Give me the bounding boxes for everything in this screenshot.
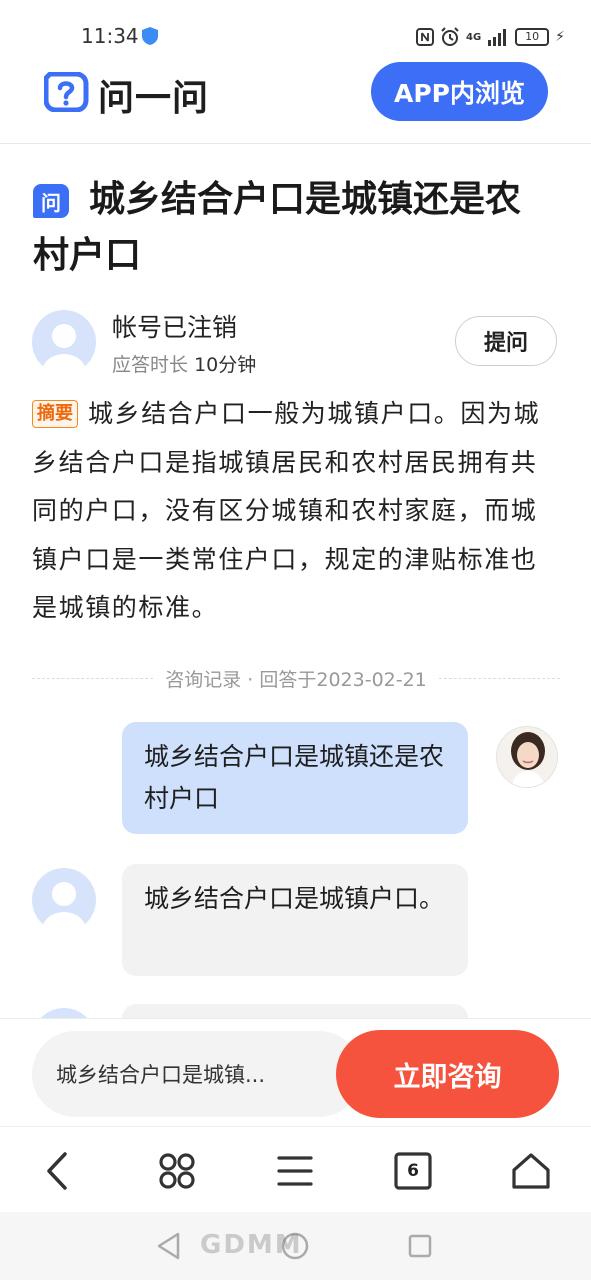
system-recents-icon[interactable] xyxy=(408,1234,432,1258)
clover-icon xyxy=(159,1153,195,1189)
author-name: 帐号已注销 xyxy=(112,313,238,342)
tabs-button[interactable]: 6 xyxy=(389,1147,437,1195)
home-icon xyxy=(512,1153,550,1189)
user-message-bubble: 城乡结合户口是城镇还是农村户口 xyxy=(122,722,468,834)
system-navigation-bar: GDMM xyxy=(0,1212,591,1280)
user-photo-icon xyxy=(497,727,557,787)
question-title: 城乡结合户口是城镇还是农村户口 xyxy=(33,179,522,276)
logo-text[interactable]: 问一问 xyxy=(98,69,209,121)
tabs-count: 6 xyxy=(407,1161,419,1181)
ask-question-button[interactable]: 提问 xyxy=(455,316,557,366)
status-time: 11:34 xyxy=(81,24,139,48)
alarm-icon xyxy=(441,27,459,46)
network-type: 4G xyxy=(465,31,482,43)
summary-text: 城乡结合户口一般为城镇户口。因为城乡结合户口是指城镇居民和农村居民拥有共同的户口… xyxy=(32,399,541,622)
author-avatar[interactable] xyxy=(32,310,96,374)
back-button[interactable] xyxy=(34,1147,82,1195)
answer-time-value: 10分钟 xyxy=(194,354,257,376)
signal-icon xyxy=(488,29,507,46)
status-icons: 4G 10 ⚡ xyxy=(415,26,565,48)
consult-record-label: 咨询记录 · 回答于2023-02-21 xyxy=(165,668,427,691)
menu-button[interactable] xyxy=(271,1147,319,1195)
default-avatar-icon xyxy=(42,882,86,932)
hamburger-icon xyxy=(277,1156,313,1186)
nfc-icon xyxy=(415,28,434,46)
system-back-icon[interactable] xyxy=(156,1232,182,1260)
logo-icon[interactable] xyxy=(44,72,90,112)
open-in-app-button[interactable]: APP内浏览 xyxy=(371,62,548,121)
browser-toolbar: 6 xyxy=(0,1126,591,1213)
apps-button[interactable] xyxy=(153,1147,201,1195)
default-avatar-icon xyxy=(42,324,86,374)
site-header: 问一问 APP内浏览 xyxy=(0,55,591,144)
consult-input[interactable]: 城乡结合户口是城镇... xyxy=(32,1031,362,1117)
consult-record-divider: 咨询记录 · 回答于2023-02-21 xyxy=(32,664,561,692)
back-arrow-icon xyxy=(47,1152,67,1190)
consult-now-button[interactable]: 立即咨询 xyxy=(336,1030,559,1118)
question-badge: 问 xyxy=(33,184,69,218)
divider-line xyxy=(438,677,561,679)
battery-indicator: 10 xyxy=(515,28,550,46)
charging-icon: ⚡ xyxy=(555,29,565,45)
consult-bar: 城乡结合户口是城镇... 立即咨询 xyxy=(0,1018,591,1127)
answer-summary: 摘要 城乡结合户口一般为城镇户口。因为城乡结合户口是指城镇居民和农村居民拥有共同的… xyxy=(32,390,560,633)
divider-line xyxy=(32,677,154,679)
answerer-avatar xyxy=(32,868,96,932)
answer-message-bubble: 城乡结合户口是城镇户口。 xyxy=(122,864,468,976)
home-button[interactable] xyxy=(507,1147,555,1195)
answer-time-label: 应答时长 xyxy=(112,354,189,376)
watermark: GDMM xyxy=(200,1230,303,1260)
summary-tag: 摘要 xyxy=(32,400,78,428)
answer-time: 应答时长 10分钟 xyxy=(112,350,256,377)
user-avatar xyxy=(496,726,558,788)
shield-icon xyxy=(142,27,158,45)
